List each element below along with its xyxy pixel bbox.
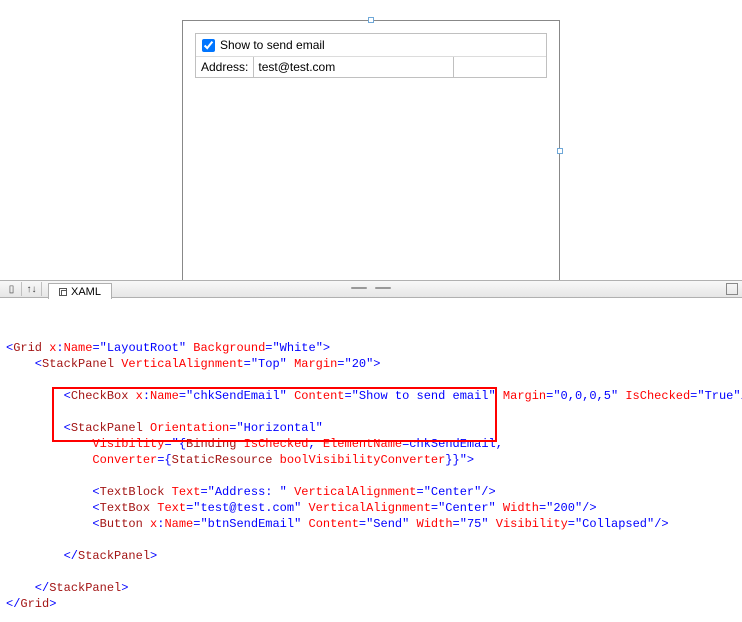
show-send-email-checkbox[interactable] [202,39,215,52]
pane-toggle-1-icon[interactable]: ▯ [2,282,22,296]
designer-preview: Show to send email Address: [0,0,742,280]
xaml-code-editor[interactable]: <Grid x:Name="LayoutRoot" Background="Wh… [0,298,742,622]
form-panel: Show to send email Address: [195,33,547,78]
checkbox-row: Show to send email [196,34,546,57]
tab-xaml[interactable]: XAML [48,283,112,299]
checkbox-label: Show to send email [220,38,325,52]
tab-label: XAML [71,286,101,298]
expand-pane-icon[interactable] [726,283,738,295]
designer-canvas[interactable]: Show to send email Address: [182,20,560,282]
address-input[interactable] [256,59,451,75]
resize-handle-top[interactable] [368,17,374,23]
xaml-icon [59,288,67,296]
address-row: Address: [196,57,546,77]
button-placeholder [454,57,546,77]
address-label: Address: [196,57,254,77]
swap-panes-icon[interactable]: ↑↓ [22,282,42,296]
resize-handle-right[interactable] [557,148,563,154]
designer-splitter-bar[interactable]: ▯ ↑↓ XAML [0,280,742,298]
splitter-gripper-icon[interactable] [351,287,391,291]
